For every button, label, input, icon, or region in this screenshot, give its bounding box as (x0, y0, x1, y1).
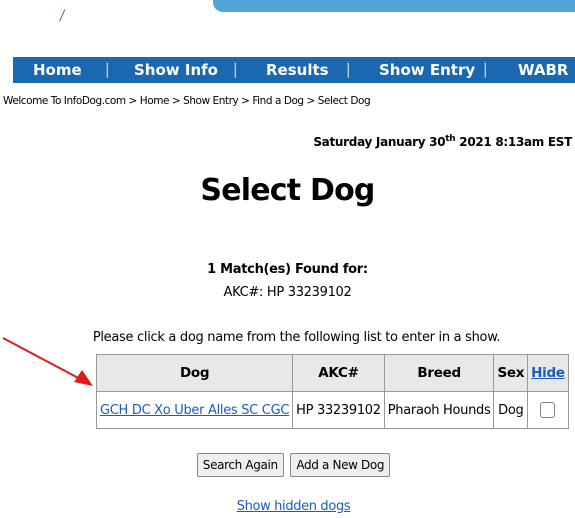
arrow-shaft (2, 337, 85, 382)
red-arrow-annotation (2, 337, 93, 386)
arrow-head (74, 370, 93, 386)
